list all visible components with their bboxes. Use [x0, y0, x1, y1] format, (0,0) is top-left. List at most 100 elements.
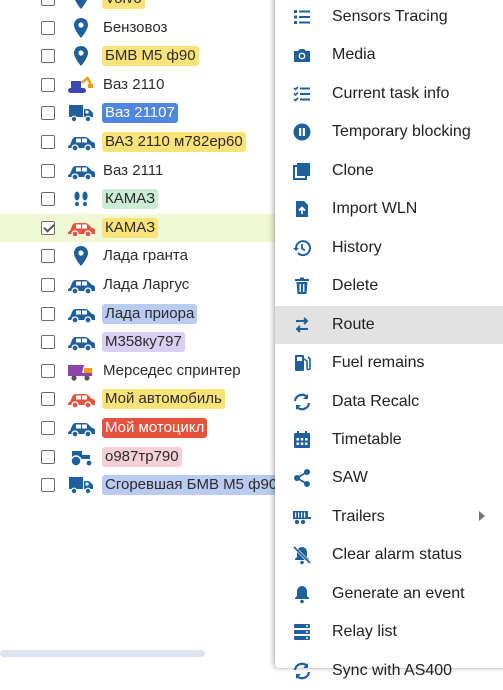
object-name[interactable]: КАМАЗ — [102, 217, 159, 238]
menu-item-data-recalc[interactable]: Data Recalc — [275, 383, 503, 421]
map-pin-icon — [66, 245, 96, 267]
object-checkbox[interactable] — [41, 335, 55, 350]
object-row[interactable]: Лада приора — [0, 300, 290, 328]
object-name[interactable]: Лада гранта — [102, 246, 189, 266]
object-name[interactable]: о987тр790 — [102, 446, 182, 467]
object-checkbox[interactable] — [41, 478, 55, 493]
object-name[interactable]: ВАЗ 2110 м782ер60 — [102, 132, 246, 152]
car-icon — [66, 217, 96, 239]
object-row[interactable]: Ваз 2110 — [0, 71, 290, 99]
object-checkbox[interactable] — [41, 421, 55, 435]
menu-item-clear-alarm-status[interactable]: Clear alarm status — [275, 536, 503, 574]
menu-item-relay-list[interactable]: Relay list — [275, 613, 503, 651]
car-icon — [66, 303, 96, 325]
menu-item-current-task-info[interactable]: Current task info — [275, 75, 503, 113]
object-name[interactable]: Лада приора — [102, 303, 198, 324]
menu-item-fuel-remains[interactable]: Fuel remains — [275, 344, 503, 382]
object-name[interactable]: Мерседес спринтер — [102, 361, 242, 381]
relay-list-icon — [292, 622, 312, 642]
menu-item-saw[interactable]: SAW — [275, 459, 503, 497]
menu-item-sensors-tracing[interactable]: Sensors Tracing — [275, 0, 503, 36]
object-row[interactable]: Ваз 2111 — [0, 157, 290, 185]
object-checkbox[interactable] — [41, 363, 55, 378]
object-checkbox[interactable] — [41, 278, 55, 292]
bell-icon — [292, 584, 312, 604]
menu-item-label: Clone — [332, 161, 374, 179]
object-checkbox[interactable] — [41, 192, 55, 207]
object-name[interactable]: КАМАЗ — [102, 189, 159, 210]
object-checkbox[interactable] — [41, 220, 55, 235]
import-file-icon — [292, 199, 312, 219]
excavator-icon — [66, 74, 96, 96]
menu-item-clone[interactable]: Clone — [275, 152, 503, 190]
clone-icon — [292, 161, 312, 181]
calendar-icon — [292, 430, 312, 450]
object-checkbox[interactable] — [41, 20, 55, 35]
checklist-icon — [292, 84, 312, 104]
object-row[interactable]: Лада гранта — [0, 242, 290, 270]
object-checkbox[interactable] — [41, 49, 55, 64]
object-name[interactable]: Сгоревшая БМВ M5 ф90 — [102, 475, 281, 496]
menu-item-label: Data Recalc — [332, 392, 420, 410]
object-name[interactable]: Volvo — [102, 0, 145, 9]
object-name[interactable]: Ваз 21107 — [102, 103, 178, 124]
car-icon — [66, 331, 96, 353]
tractor-icon — [66, 446, 96, 468]
menu-item-generate-an-event[interactable]: Generate an event — [275, 575, 503, 613]
object-row[interactable]: Мерседес спринтер — [0, 357, 290, 385]
menu-item-timetable[interactable]: Timetable — [275, 421, 503, 459]
object-row[interactable]: о987тр790 — [0, 443, 290, 471]
menu-item-import-wln[interactable]: Import WLN — [275, 190, 503, 228]
object-checkbox[interactable] — [41, 163, 55, 178]
car-icon — [66, 417, 96, 439]
menu-item-history[interactable]: History — [275, 229, 503, 267]
object-name[interactable]: Ваз 2111 — [102, 161, 164, 181]
menu-item-route[interactable]: Route — [275, 305, 503, 344]
object-name[interactable]: Мой автомобиль — [102, 389, 225, 410]
recalc-icon — [292, 392, 312, 412]
menu-item-sync-with-as400[interactable]: Sync with AS400 — [275, 652, 503, 690]
object-name[interactable]: Бензовоз — [102, 18, 168, 38]
object-row[interactable]: Мой автомобиль — [0, 385, 290, 413]
car-icon — [66, 274, 96, 296]
object-row[interactable]: КАМАЗ — [0, 213, 290, 242]
menu-item-temporary-blocking[interactable]: Temporary blocking — [275, 113, 503, 151]
object-row[interactable]: Volvo — [0, 0, 290, 13]
menu-item-label: Temporary blocking — [332, 123, 471, 141]
menu-item-label: Clear alarm status — [332, 546, 462, 564]
horizontal-scrollbar[interactable] — [0, 650, 205, 657]
truck-icon — [66, 474, 96, 496]
object-row[interactable]: ВАЗ 2110 м782ер60 — [0, 128, 290, 156]
context-menu: Sensors Tracing Media Current task info Tem… — [275, 0, 503, 679]
object-name[interactable]: Ваз 2110 — [102, 75, 165, 95]
menu-item-delete[interactable]: Delete — [275, 267, 503, 305]
object-checkbox[interactable] — [41, 249, 55, 264]
object-checkbox[interactable] — [41, 306, 55, 321]
object-checkbox[interactable] — [41, 392, 55, 407]
object-row[interactable]: Бензовоз — [0, 14, 290, 42]
object-checkbox[interactable] — [41, 77, 55, 92]
object-name[interactable]: Лада Ларгус — [102, 275, 190, 295]
object-name[interactable]: М358ку797 — [102, 332, 185, 353]
object-checkbox[interactable] — [41, 106, 55, 121]
object-row[interactable]: Сгоревшая БМВ M5 ф90 — [0, 471, 290, 499]
share-icon — [292, 468, 312, 488]
trailer-icon — [292, 507, 312, 527]
object-row[interactable]: Мой мотоцикл — [0, 414, 290, 442]
object-row[interactable]: КАМАЗ — [0, 185, 290, 213]
object-checkbox[interactable] — [41, 449, 55, 464]
sync-icon — [292, 661, 312, 681]
object-row[interactable]: М358ку797 — [0, 328, 290, 356]
object-row[interactable]: Ваз 21107 — [0, 99, 290, 127]
object-row[interactable]: БМВ M5 ф90 — [0, 42, 290, 70]
object-checkbox[interactable] — [41, 0, 55, 6]
object-name[interactable]: Мой мотоцикл — [102, 418, 208, 438]
map-pin-icon — [66, 45, 96, 67]
truck-icon — [66, 102, 96, 124]
list-icon — [292, 7, 312, 27]
object-name[interactable]: БМВ M5 ф90 — [102, 46, 199, 67]
menu-item-media[interactable]: Media — [275, 36, 503, 74]
object-checkbox[interactable] — [41, 135, 55, 149]
menu-item-trailers[interactable]: Trailers — [275, 498, 503, 536]
object-row[interactable]: Лада Ларгус — [0, 271, 290, 299]
